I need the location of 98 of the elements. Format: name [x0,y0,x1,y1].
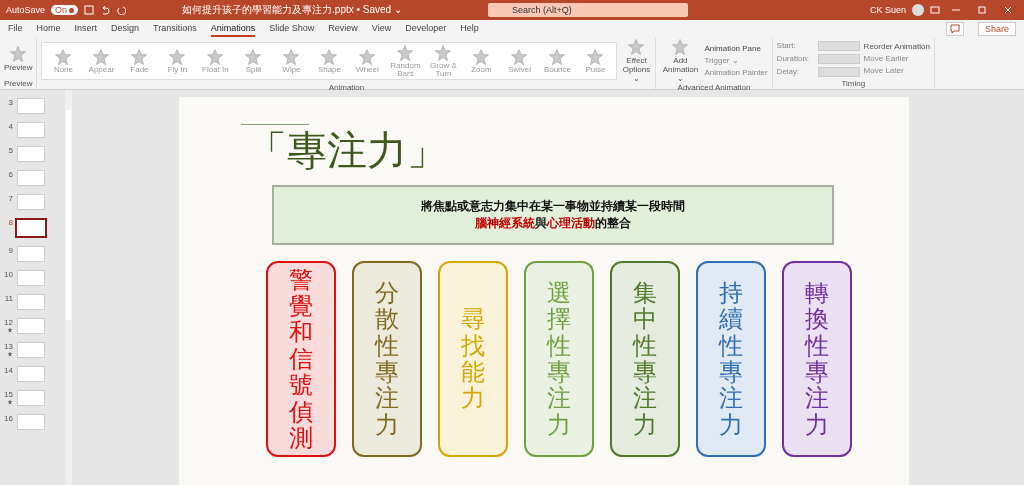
reorder-title: Reorder Animation [863,42,930,51]
group-label: Timing [840,79,867,89]
ribbon-tab[interactable]: Review [328,21,358,37]
file-title: 如何提升孩子的學習能力及專注力.pptx • Saved ⌄ [182,3,403,17]
save-icon[interactable] [84,5,95,15]
autosave-label: AutoSave [6,5,46,15]
animation-painter-button[interactable]: Animation Painter [704,68,768,77]
slide-number: 8 [7,218,13,227]
slide-thumbnail[interactable] [15,218,47,238]
card-label: 警覺和信號偵測 [289,266,313,452]
effect-button[interactable]: Pulse [576,47,615,74]
ribbon-tab[interactable]: Design [111,21,140,37]
duration-field[interactable] [817,53,860,64]
effect-options-button[interactable]: Effect Options ⌄ [621,38,652,83]
avatar-icon[interactable] [912,4,924,16]
effect-button[interactable]: Fade [120,47,159,74]
star-icon [586,47,605,66]
effect-button[interactable]: Bounce [538,47,577,74]
star-icon [206,47,225,66]
effect-button[interactable]: Grow & Turn [424,43,463,78]
redo-icon[interactable] [116,5,127,15]
star-icon [54,47,73,66]
effect-button[interactable]: Appear [82,47,121,74]
star-icon [320,47,339,66]
card-label: 持續性專注力 [719,279,743,439]
ribbon-tab[interactable]: Transitions [153,21,197,37]
star-icon [434,43,453,62]
slide-number: 6 [7,170,13,179]
move-later-button[interactable]: Move Later [863,66,930,75]
slide-number: 10 [3,270,13,279]
card-label: 選擇性專注力 [547,279,571,439]
card-label: 轉換性專注力 [805,279,829,439]
card-label: 尋找能力 [461,306,485,412]
effect-button[interactable]: Random Bars [386,43,425,78]
star-icon [282,47,301,66]
delay-field[interactable] [817,66,860,77]
effect-button[interactable]: Zoom [462,47,501,74]
slide-number: 5 [7,146,13,155]
slide-number: 14 [3,366,13,375]
comment-icon[interactable] [945,22,964,36]
start-label: Start: [776,41,797,50]
start-dropdown[interactable] [817,40,860,51]
star-icon [168,47,187,66]
star-icon [472,47,491,66]
effect-button[interactable]: Fly In [158,47,197,74]
slide-number: 11 [3,294,13,303]
effect-button[interactable]: Float In [196,47,235,74]
definition-text: 將焦點或意志力集中在某一事物並持續某一段時間 [421,198,685,215]
definition-text: 腦神經系統與心理活動的整合 [475,215,631,232]
star-icon [396,43,415,62]
star-icon [244,47,263,66]
ribbon-tab[interactable]: Home [36,21,61,37]
slide-title: 「專注力」 [246,126,448,173]
share-button[interactable]: Share [977,22,1016,36]
slide-number: 16 [3,414,13,423]
card-label: 分散性專注力 [375,279,399,439]
ribbon-tab[interactable]: Insert [74,21,98,37]
user-name: CK Suen [869,5,906,15]
card-label: 集中性專注力 [633,279,657,439]
animation-pane-button[interactable]: Animation Pane [704,44,768,53]
star-icon [548,47,567,66]
ribbon-tab[interactable]: Developer [405,21,447,37]
slide-number: 15 [3,390,13,399]
slide-number: 13 [3,342,13,351]
slide-number: 4 [7,122,13,131]
preview-button[interactable]: Preview [4,45,33,72]
star-icon [510,47,529,66]
star-icon [130,47,149,66]
ribbon-tab[interactable]: File [8,21,23,37]
effect-button[interactable]: None [44,47,83,74]
search-field[interactable]: Search (Alt+Q) [488,3,689,17]
effect-button[interactable]: Wipe [272,47,311,74]
duration-label: Duration: [776,54,811,63]
ribbon-tab[interactable]: Slide Show [269,21,315,37]
group-label: Preview [4,79,33,89]
trigger-button[interactable]: Trigger ⌄ [704,56,768,65]
ribbon-display-icon[interactable] [930,6,940,14]
autosave-toggle[interactable]: On [51,5,79,15]
ribbon-tab[interactable]: View [371,21,392,37]
slide-number: 12 [3,318,13,327]
undo-icon[interactable] [100,5,111,15]
scrollbar-thumb[interactable] [66,110,71,320]
delay-label: Delay: [776,67,801,76]
slide-number: 9 [7,246,13,255]
effect-button[interactable]: Wheel [348,47,387,74]
group-label: Advanced Animation [676,83,752,93]
move-earlier-button[interactable]: Move Earlier [863,54,930,63]
effect-button[interactable]: Split [234,47,273,74]
effect-button[interactable]: Shape [310,47,349,74]
star-icon [92,47,111,66]
ribbon-tab[interactable]: Help [460,21,479,37]
group-label: Animation [327,83,366,93]
slide-number: 7 [7,194,13,203]
star-icon [358,47,377,66]
star-icon [9,45,28,63]
slide-number: 3 [7,98,13,107]
effect-button[interactable]: Swivel [500,47,539,74]
add-animation-button[interactable]: Add Animation ⌄ [660,38,701,83]
